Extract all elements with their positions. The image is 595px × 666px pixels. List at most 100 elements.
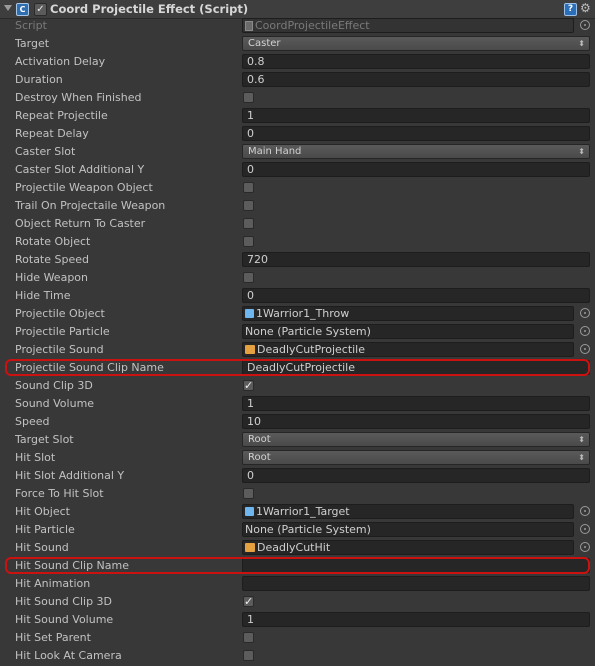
row-destroy-when-finished: Destroy When Finished (0, 89, 595, 107)
hit-slot-dropdown[interactable]: Root ⬍ (242, 450, 590, 465)
duration-input[interactable]: 0.6 (242, 72, 590, 87)
object-picker-icon (580, 20, 590, 30)
projectile-sound-clip-name-input[interactable]: DeadlyCutProjectile (242, 360, 590, 375)
rotate-object-checkbox[interactable] (243, 236, 254, 247)
row-activation-delay: Activation Delay 0.8 (0, 53, 595, 71)
row-script: Script CoordProjectileEffect (0, 17, 595, 35)
hit-sound-label: Hit Sound (15, 541, 69, 554)
prefab-cube-icon (245, 309, 254, 318)
projectile-weapon-object-checkbox[interactable] (243, 182, 254, 193)
hit-animation-input[interactable] (242, 576, 590, 591)
component-title: Coord Projectile Effect (Script) (50, 2, 249, 16)
repeat-projectile-label: Repeat Projectile (15, 109, 108, 122)
activation-delay-label: Activation Delay (15, 55, 106, 68)
dropdown-arrow-icon: ⬍ (578, 147, 585, 156)
hit-sound-clip-3d-checkbox[interactable]: ✓ (243, 596, 254, 607)
script-field: CoordProjectileEffect (242, 18, 574, 33)
component-enabled-checkbox[interactable]: ✓ (34, 3, 47, 16)
row-hit-sound: Hit Sound DeadlyCutHit (0, 539, 595, 557)
row-projectile-sound: Projectile Sound DeadlyCutProjectile (0, 341, 595, 359)
sound-clip-3d-checkbox[interactable]: ✓ (243, 380, 254, 391)
object-picker-icon[interactable] (580, 326, 590, 336)
repeat-projectile-input[interactable]: 1 (242, 108, 590, 123)
row-hit-set-parent: Hit Set Parent (0, 629, 595, 647)
foldout-arrow-icon[interactable] (4, 5, 12, 11)
projectile-object-field[interactable]: 1Warrior1_Throw (242, 306, 574, 321)
row-target-slot: Target Slot Root ⬍ (0, 431, 595, 449)
projectile-sound-label: Projectile Sound (15, 343, 104, 356)
hit-slot-additional-y-input[interactable]: 0 (242, 468, 590, 483)
audio-clip-icon (245, 543, 255, 552)
hit-particle-label: Hit Particle (15, 523, 75, 536)
hit-object-field[interactable]: 1Warrior1_Target (242, 504, 574, 519)
speed-input[interactable]: 10 (242, 414, 590, 429)
row-projectile-particle: Projectile Particle None (Particle Syste… (0, 323, 595, 341)
hit-look-at-camera-checkbox[interactable] (243, 650, 254, 661)
hit-sound-volume-label: Hit Sound Volume (15, 613, 114, 626)
row-repeat-projectile: Repeat Projectile 1 (0, 107, 595, 125)
hide-time-input[interactable]: 0 (242, 288, 590, 303)
speed-label: Speed (15, 415, 50, 428)
dropdown-arrow-icon: ⬍ (578, 435, 585, 444)
prefab-cube-icon (245, 507, 254, 516)
hit-slot-label: Hit Slot (15, 451, 56, 464)
row-sound-volume: Sound Volume 1 (0, 395, 595, 413)
row-hide-time: Hide Time 0 (0, 287, 595, 305)
row-projectile-object: Projectile Object 1Warrior1_Throw (0, 305, 595, 323)
object-picker-icon[interactable] (580, 542, 590, 552)
hit-sound-volume-input[interactable]: 1 (242, 612, 590, 627)
hit-set-parent-checkbox[interactable] (243, 632, 254, 643)
hit-sound-clip-name-label: Hit Sound Clip Name (15, 559, 129, 572)
caster-slot-dropdown[interactable]: Main Hand ⬍ (242, 144, 590, 159)
projectile-sound-field[interactable]: DeadlyCutProjectile (242, 342, 574, 357)
hide-weapon-checkbox[interactable] (243, 272, 254, 283)
rotate-object-label: Rotate Object (15, 235, 91, 248)
help-icon[interactable]: ? (564, 3, 577, 16)
projectile-object-label: Projectile Object (15, 307, 105, 320)
object-picker-icon[interactable] (580, 524, 590, 534)
row-projectile-sound-clip-name: Projectile Sound Clip Name DeadlyCutProj… (0, 359, 595, 377)
force-to-hit-slot-checkbox[interactable] (243, 488, 254, 499)
row-projectile-weapon-object: Projectile Weapon Object (0, 179, 595, 197)
gear-icon[interactable]: ⚙ (580, 1, 591, 15)
object-return-to-caster-label: Object Return To Caster (15, 217, 146, 230)
repeat-delay-label: Repeat Delay (15, 127, 89, 140)
row-duration: Duration 0.6 (0, 71, 595, 89)
destroy-when-finished-label: Destroy When Finished (15, 91, 142, 104)
row-hit-sound-clip-name: Hit Sound Clip Name (0, 557, 595, 575)
caster-slot-additional-y-label: Caster Slot Additional Y (15, 163, 145, 176)
object-picker-icon[interactable] (580, 308, 590, 318)
row-rotate-speed: Rotate Speed 720 (0, 251, 595, 269)
target-slot-dropdown[interactable]: Root ⬍ (242, 432, 590, 447)
script-label: Script (15, 19, 47, 32)
hit-sound-field[interactable]: DeadlyCutHit (242, 540, 574, 555)
object-return-to-caster-checkbox[interactable] (243, 218, 254, 229)
hit-sound-clip-3d-label: Hit Sound Clip 3D (15, 595, 113, 608)
row-hide-weapon: Hide Weapon (0, 269, 595, 287)
trail-on-projectaile-weapon-checkbox[interactable] (243, 200, 254, 211)
caster-slot-additional-y-input[interactable]: 0 (242, 162, 590, 177)
rotate-speed-input[interactable]: 720 (242, 252, 590, 267)
hit-sound-clip-name-input[interactable] (242, 558, 590, 573)
target-dropdown[interactable]: Caster ⬍ (242, 36, 590, 51)
hit-slot-additional-y-label: Hit Slot Additional Y (15, 469, 125, 482)
projectile-particle-label: Projectile Particle (15, 325, 110, 338)
destroy-when-finished-checkbox[interactable] (243, 92, 254, 103)
hit-animation-label: Hit Animation (15, 577, 91, 590)
projectile-particle-field[interactable]: None (Particle System) (242, 324, 574, 339)
object-picker-icon[interactable] (580, 506, 590, 516)
projectile-weapon-object-label: Projectile Weapon Object (15, 181, 153, 194)
object-picker-icon[interactable] (580, 344, 590, 354)
row-caster-slot-additional-y: Caster Slot Additional Y 0 (0, 161, 595, 179)
repeat-delay-input[interactable]: 0 (242, 126, 590, 141)
audio-clip-icon (245, 345, 255, 354)
row-hit-animation: Hit Animation (0, 575, 595, 593)
sound-volume-input[interactable]: 1 (242, 396, 590, 411)
trail-on-projectaile-weapon-label: Trail On Projectaile Weapon (15, 199, 166, 212)
row-caster-slot: Caster Slot Main Hand ⬍ (0, 143, 595, 161)
dropdown-arrow-icon: ⬍ (578, 39, 585, 48)
row-speed: Speed 10 (0, 413, 595, 431)
activation-delay-input[interactable]: 0.8 (242, 54, 590, 69)
csharp-script-icon: C (16, 3, 29, 16)
hit-particle-field[interactable]: None (Particle System) (242, 522, 574, 537)
